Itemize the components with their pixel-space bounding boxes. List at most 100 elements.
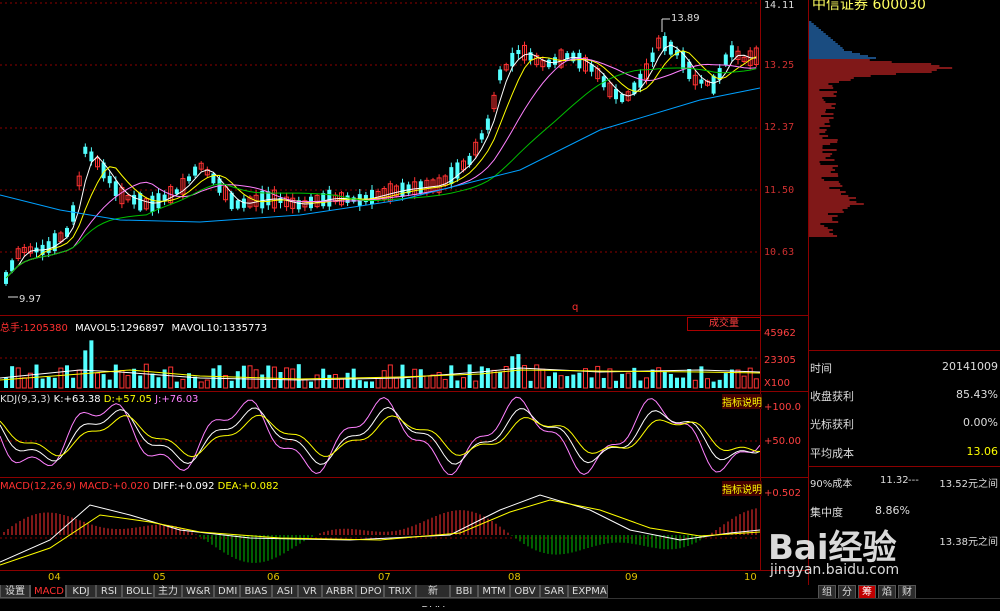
volume-bar <box>558 375 564 389</box>
macd-value: +0.020 <box>112 481 150 492</box>
candle-body <box>211 173 216 184</box>
volume-bar <box>204 379 210 389</box>
kdj-tick: +50.00 <box>764 436 802 447</box>
tab-0[interactable]: 设置 <box>0 585 30 598</box>
volume-total-label: 总手: <box>0 323 24 334</box>
tab-10[interactable]: VR <box>298 585 322 598</box>
tab-19[interactable]: EXPMA <box>568 585 608 598</box>
candle-body <box>327 189 332 207</box>
kdj-line <box>0 396 761 476</box>
sidebar-divider <box>809 466 1000 467</box>
volume-bar <box>681 377 686 388</box>
chip-distribution-chart[interactable] <box>809 0 1000 240</box>
candle-body <box>546 59 551 68</box>
kdj-tick: +100.0 <box>764 402 802 413</box>
volume-bar <box>46 376 51 388</box>
row-label: 收盘获利 <box>810 390 854 403</box>
row-value: 20141009 <box>942 360 998 373</box>
volume-bar <box>76 369 82 389</box>
tab-2[interactable]: KDJ <box>66 585 96 598</box>
volume-bar <box>675 377 679 388</box>
tab-5[interactable]: 主力 <box>154 585 182 598</box>
candle-body <box>418 181 423 194</box>
volume-bar <box>418 369 423 388</box>
candle-body <box>620 94 625 103</box>
candle-body <box>89 151 94 162</box>
candle-body <box>193 166 198 176</box>
candlestick-chart[interactable] <box>0 0 808 585</box>
tab-1[interactable]: MACD <box>30 585 66 598</box>
candle-body <box>485 118 490 130</box>
tab-7[interactable]: DMI <box>214 585 240 598</box>
candle-body <box>553 57 557 65</box>
volume-bar <box>327 374 332 388</box>
volume-bar <box>498 371 503 388</box>
macd-header: MACD(12,26,9) MACD:+0.020 DIFF:+0.092 DE… <box>0 481 279 492</box>
concentration-label: 集中度 <box>810 506 843 519</box>
tab-17[interactable]: OBV <box>510 585 540 598</box>
cost90-high: 13.52元之间 <box>939 479 998 490</box>
kdj-k-label: K: <box>53 394 64 405</box>
candle-body <box>83 146 88 154</box>
cost90-sep: --- <box>908 475 919 486</box>
tab-14[interactable]: 新DMA <box>416 585 450 610</box>
volume-bar <box>101 374 106 388</box>
volume-bar <box>644 377 649 389</box>
watermark-url: jingyan.baidu.com <box>770 562 900 578</box>
volume-bar <box>40 378 45 388</box>
tab-4[interactable]: BOLL <box>122 585 154 598</box>
candle-body <box>638 73 643 88</box>
candle-body <box>510 52 515 67</box>
tab-16[interactable]: MTM <box>478 585 510 598</box>
price-tick: 11.50 <box>764 185 795 196</box>
cost70-high: 13.38元之间 <box>939 537 998 548</box>
volume-bar <box>370 381 374 388</box>
candle-body <box>498 69 503 81</box>
row-value: 13.06 <box>966 445 999 458</box>
tab-6[interactable]: W&R <box>182 585 214 598</box>
volume-bar <box>314 374 320 389</box>
volume-bar <box>247 365 253 389</box>
volume-bar <box>717 379 722 388</box>
volume-bar <box>132 368 137 388</box>
sidebar-row-profit: 收盘获利 85.43% <box>810 388 1000 404</box>
tab-8[interactable]: BIAS <box>240 585 272 598</box>
volume-bar <box>271 366 277 389</box>
candle-body <box>723 54 728 66</box>
kdj-d-value: +57.05 <box>114 394 152 405</box>
high-price-label: 13.89 <box>671 13 700 24</box>
tab-11[interactable]: ARBR <box>322 585 356 598</box>
macd-tick: +0.502 <box>764 488 802 499</box>
price-tick: 13.25 <box>764 60 795 71</box>
macd-help-button[interactable]: 指标说明 <box>722 481 762 496</box>
volume-bar <box>284 367 290 389</box>
tab-13[interactable]: TRIX <box>384 585 416 598</box>
volume-bar <box>753 378 759 389</box>
volume-bar <box>65 365 69 388</box>
volume-bar <box>638 380 643 388</box>
volume-bar <box>650 369 655 388</box>
mavol10-value: 1335773 <box>222 323 268 334</box>
panel-divider <box>0 391 808 392</box>
volume-bar <box>546 376 551 388</box>
tab-18[interactable]: SAR <box>540 585 568 598</box>
volume-bar <box>71 377 76 388</box>
volume-bar <box>430 374 436 389</box>
volume-bar <box>119 369 125 389</box>
month-label: 10 <box>744 572 757 583</box>
volume-bar <box>571 374 576 388</box>
sidebar-row-cursor-profit: 光标获利 0.00% <box>810 416 1000 432</box>
volume-tick: X100 <box>764 378 790 389</box>
row-value: 85.43% <box>956 388 998 401</box>
tab-3[interactable]: RSI <box>96 585 122 598</box>
kdj-help-button[interactable]: 指标说明 <box>722 394 762 409</box>
price-tick: 14.11 <box>764 0 795 11</box>
candle-body <box>10 260 15 272</box>
tab-12[interactable]: DPO <box>356 585 384 598</box>
sidebar-cost90: 90%成本 11.32 --- 13.52元之间 <box>810 475 1000 490</box>
volume-indicator-button[interactable]: 成交量 <box>687 317 761 331</box>
tab-15[interactable]: BBI <box>450 585 478 598</box>
kdj-header: KDJ(9,3,3) K:+63.38 D:+57.05 J:+76.03 <box>0 394 198 405</box>
mavol10-label: MAVOL10: <box>171 323 223 334</box>
tab-9[interactable]: ASI <box>272 585 298 598</box>
